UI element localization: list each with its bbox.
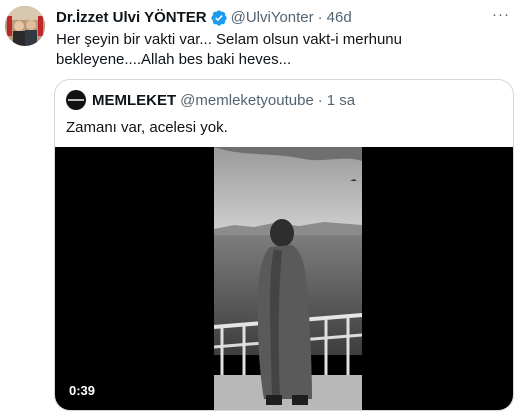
author-handle[interactable]: @UlviYonter	[231, 8, 314, 28]
tweet-timestamp[interactable]: 46d	[327, 8, 352, 28]
quoted-author-handle: @memleketyoutube	[180, 91, 314, 109]
quoted-tweet-timestamp: 1 sa	[326, 91, 356, 109]
author-name[interactable]: Dr.İzzet Ulvi YÖNTER	[56, 8, 207, 28]
quoted-tweet-header: MEMLEKET @memleketyoutube · 1 sa	[66, 90, 355, 110]
author-avatar[interactable]	[5, 6, 45, 46]
tweet-header: Dr.İzzet Ulvi YÖNTER @UlviYonter · 46d	[56, 8, 352, 28]
quoted-tweet-text: Zamanı var, acelesi yok.	[66, 119, 228, 136]
more-options-button[interactable]: ···	[490, 7, 512, 27]
header-separator: ·	[317, 9, 323, 26]
tweet[interactable]: Dr.İzzet Ulvi YÖNTER @UlviYonter · 46d ·…	[0, 0, 520, 416]
quoted-author-name: MEMLEKET	[92, 91, 177, 109]
quoted-author-avatar	[66, 90, 86, 110]
video-frame	[214, 147, 362, 410]
video-duration: 0:39	[69, 383, 96, 398]
video-player[interactable]: 0:39	[55, 147, 513, 410]
quoted-tweet[interactable]: MEMLEKET @memleketyoutube · 1 sa Zamanı …	[54, 79, 514, 411]
quoted-header-separator: ·	[317, 91, 323, 109]
verified-badge-icon	[210, 10, 227, 26]
tweet-text: Her şeyin bir vakti var... Selam olsun v…	[56, 31, 402, 68]
